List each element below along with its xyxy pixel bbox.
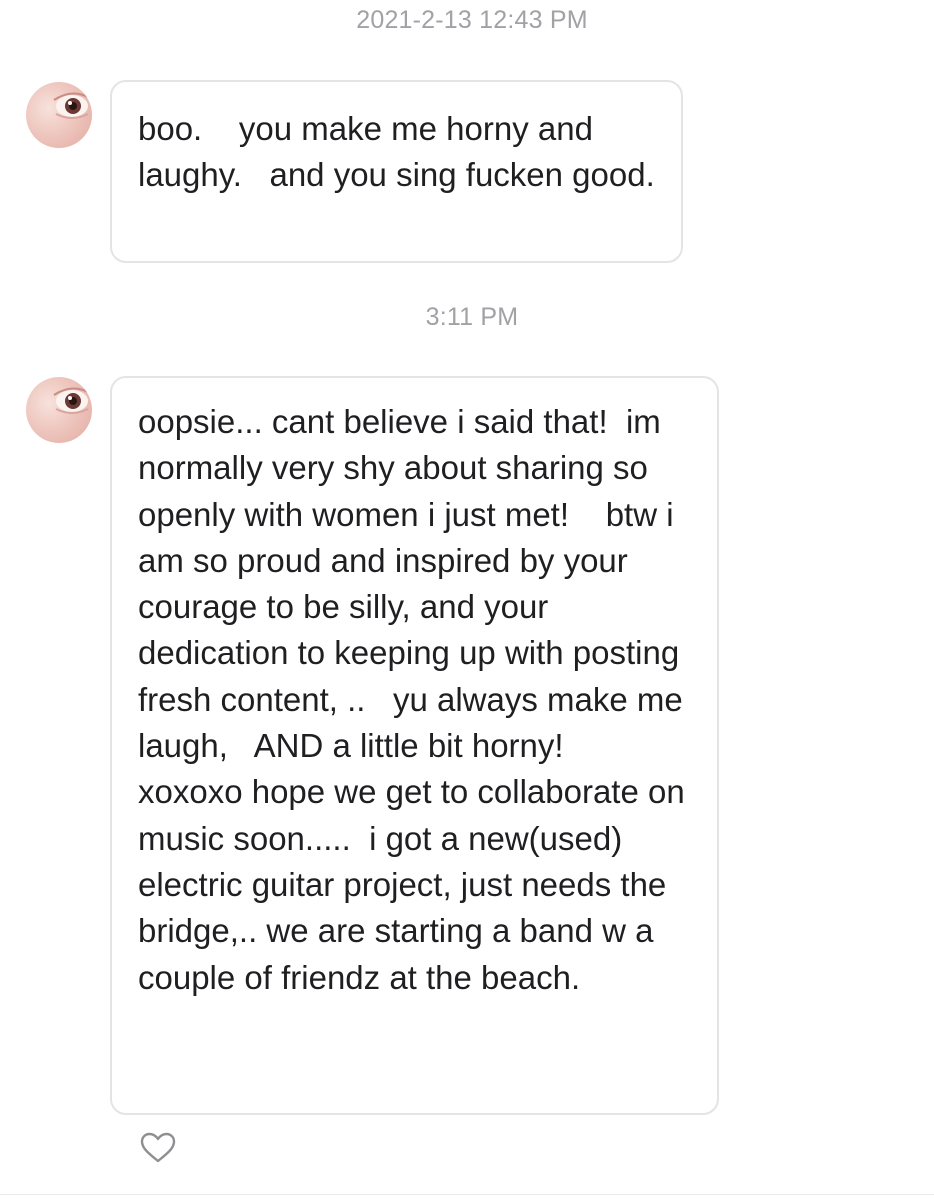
timestamp-second: 3:11 PM bbox=[425, 303, 519, 331]
heart-outline-icon[interactable] bbox=[140, 1132, 176, 1164]
sender-avatar[interactable] bbox=[26, 82, 92, 148]
bottom-divider bbox=[0, 1194, 934, 1195]
eye-avatar-icon bbox=[53, 92, 91, 119]
message-bubble[interactable]: boo. you make me horny and laughy. and y… bbox=[110, 80, 683, 263]
eye-avatar-icon bbox=[53, 387, 91, 414]
sender-avatar[interactable] bbox=[26, 377, 92, 443]
message-bubble[interactable]: oopsie... cant believe i said that! im n… bbox=[110, 376, 719, 1115]
timestamp-first: 2021-2-13 12:43 PM bbox=[356, 6, 588, 34]
